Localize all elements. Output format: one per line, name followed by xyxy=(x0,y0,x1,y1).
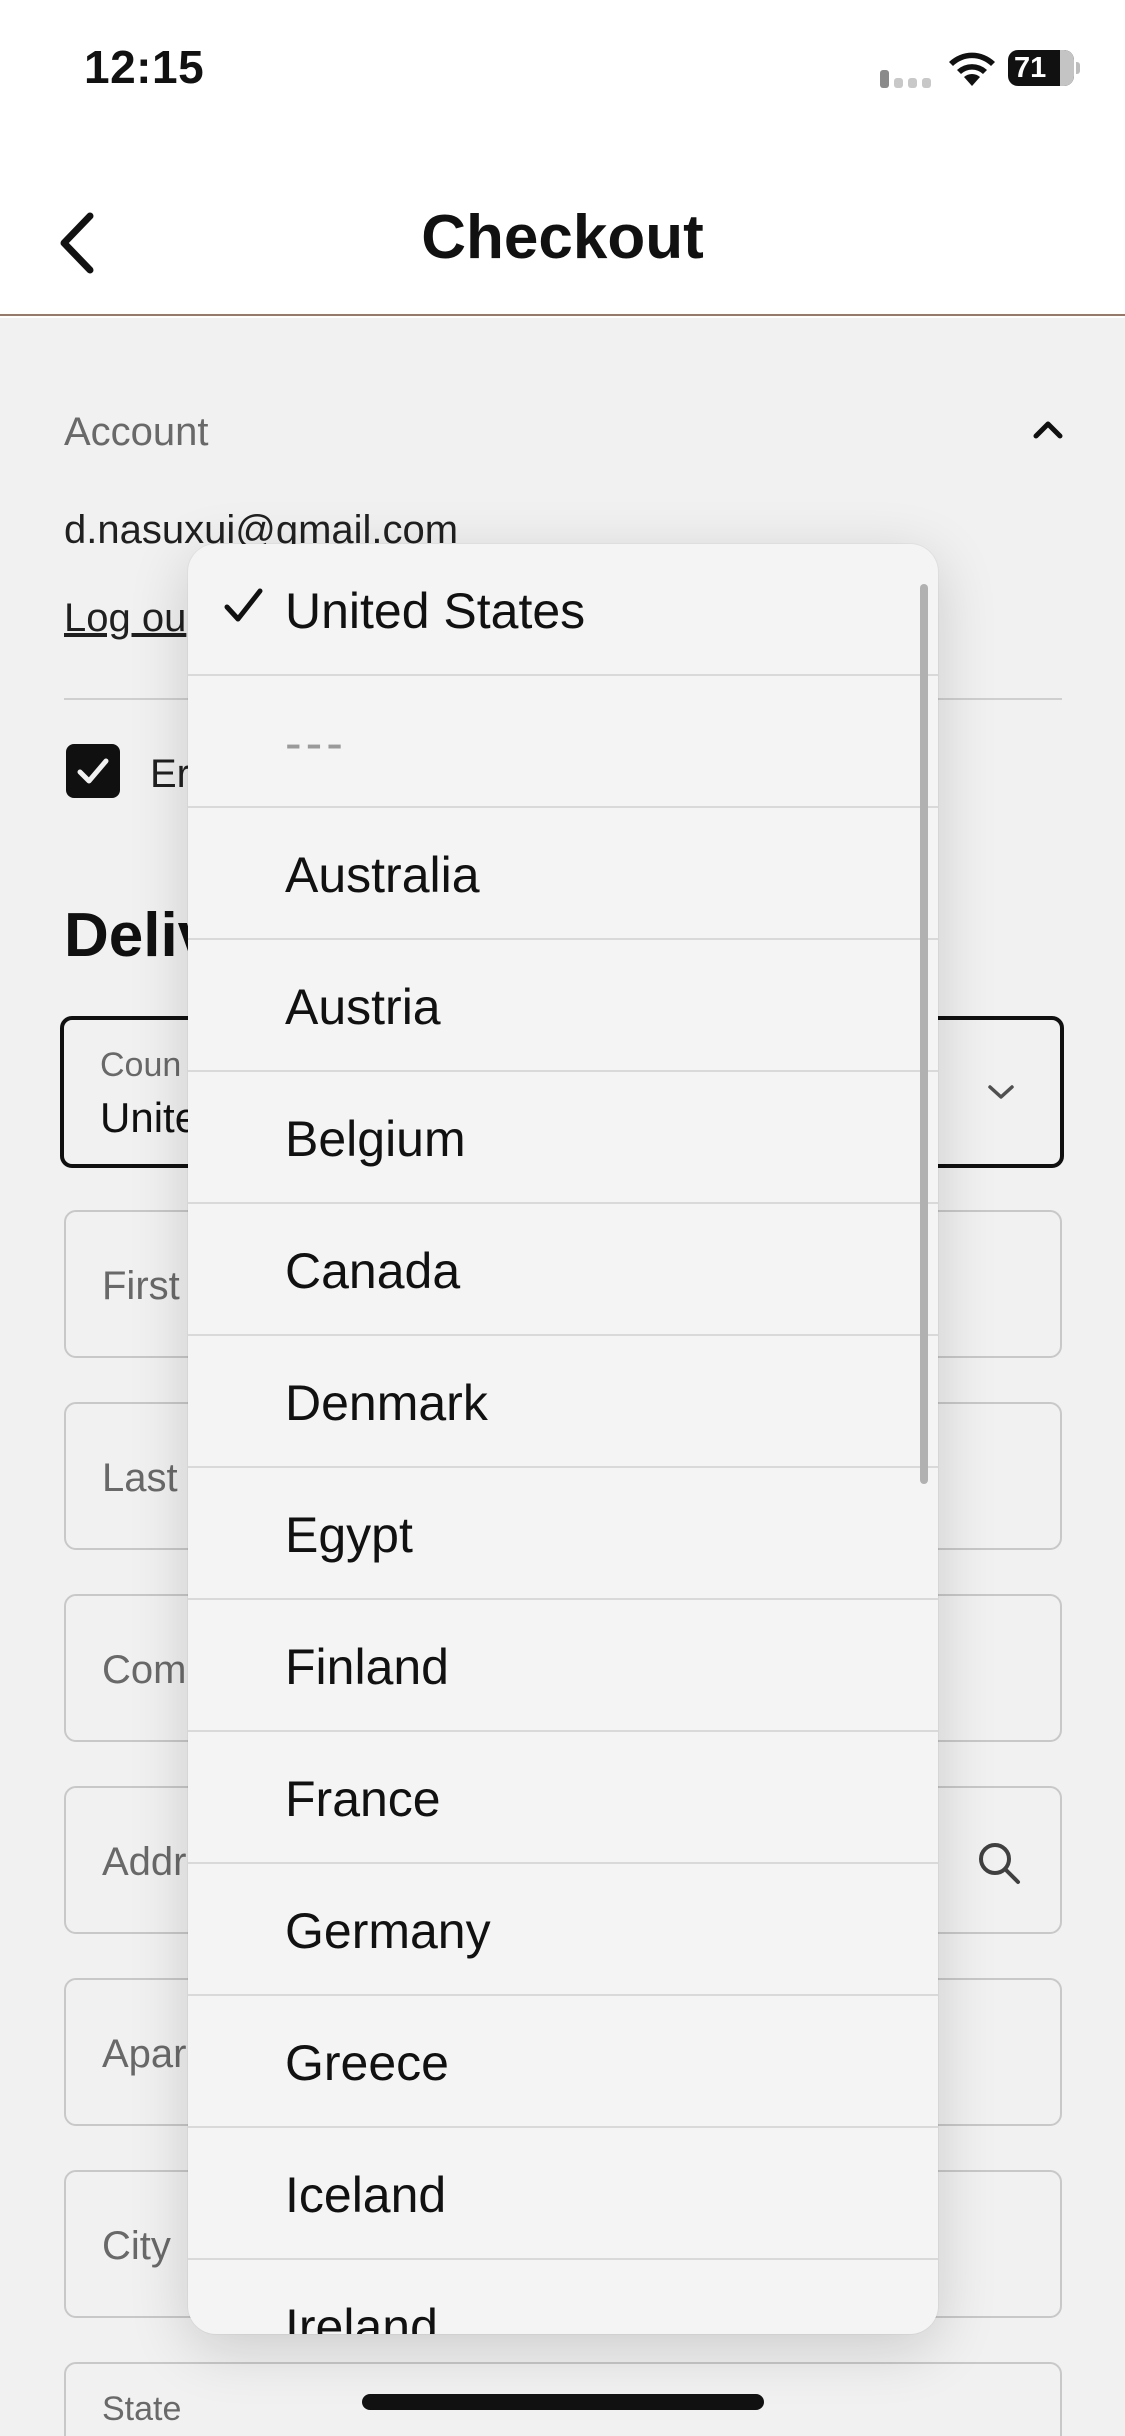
status-time: 12:15 xyxy=(84,41,205,93)
picker-option-label: --- xyxy=(285,715,347,771)
picker-option-label: United States xyxy=(285,583,586,639)
picker-option-belgium[interactable]: Belgium xyxy=(188,1072,938,1204)
picker-option-label: Germany xyxy=(285,1903,491,1959)
picker-option-label: Belgium xyxy=(285,1111,466,1167)
page-title: Checkout xyxy=(421,203,704,272)
picker-option-france[interactable]: France xyxy=(188,1732,938,1864)
home-indicator[interactable] xyxy=(362,2394,764,2410)
picker-option-label: Iceland xyxy=(285,2167,447,2223)
picker-option-canada[interactable]: Canada xyxy=(188,1204,938,1336)
picker-option-australia[interactable]: Australia xyxy=(188,808,938,940)
picker-option-label: Egypt xyxy=(285,1507,413,1563)
picker-option-austria[interactable]: Austria xyxy=(188,940,938,1072)
checkmark-icon xyxy=(224,588,263,622)
picker-scrollbar[interactable] xyxy=(920,584,928,1484)
picker-option-label: Austria xyxy=(285,979,441,1035)
picker-option-iceland[interactable]: Iceland xyxy=(188,2128,938,2260)
country-picker[interactable]: United States --- Australia Austria Belg… xyxy=(188,544,938,2334)
picker-option-label: Greece xyxy=(285,2035,449,2091)
picker-option-ireland[interactable]: Ireland xyxy=(188,2260,938,2334)
battery-icon: 71 xyxy=(1008,50,1080,86)
picker-option-label: Ireland xyxy=(285,2299,438,2334)
picker-option-separator: --- xyxy=(188,676,938,808)
picker-option-label: France xyxy=(285,1771,441,1827)
picker-option-finland[interactable]: Finland xyxy=(188,1600,938,1732)
picker-option-greece[interactable]: Greece xyxy=(188,1996,938,2128)
picker-option-label: Australia xyxy=(285,847,480,903)
picker-option-label: Canada xyxy=(285,1243,461,1299)
status-bar: 12:15 71 xyxy=(0,0,1125,140)
nav-header: Checkout xyxy=(0,140,1125,316)
picker-option-germany[interactable]: Germany xyxy=(188,1864,938,1996)
cellular-signal-icon xyxy=(880,68,934,88)
picker-option-egypt[interactable]: Egypt xyxy=(188,1468,938,1600)
wifi-icon xyxy=(949,52,995,86)
battery-level: 71 xyxy=(1014,52,1047,84)
picker-option-label: Finland xyxy=(285,1639,449,1695)
picker-option-united-states[interactable]: United States xyxy=(188,544,938,676)
picker-option-denmark[interactable]: Denmark xyxy=(188,1336,938,1468)
picker-option-label: Denmark xyxy=(285,1375,488,1431)
